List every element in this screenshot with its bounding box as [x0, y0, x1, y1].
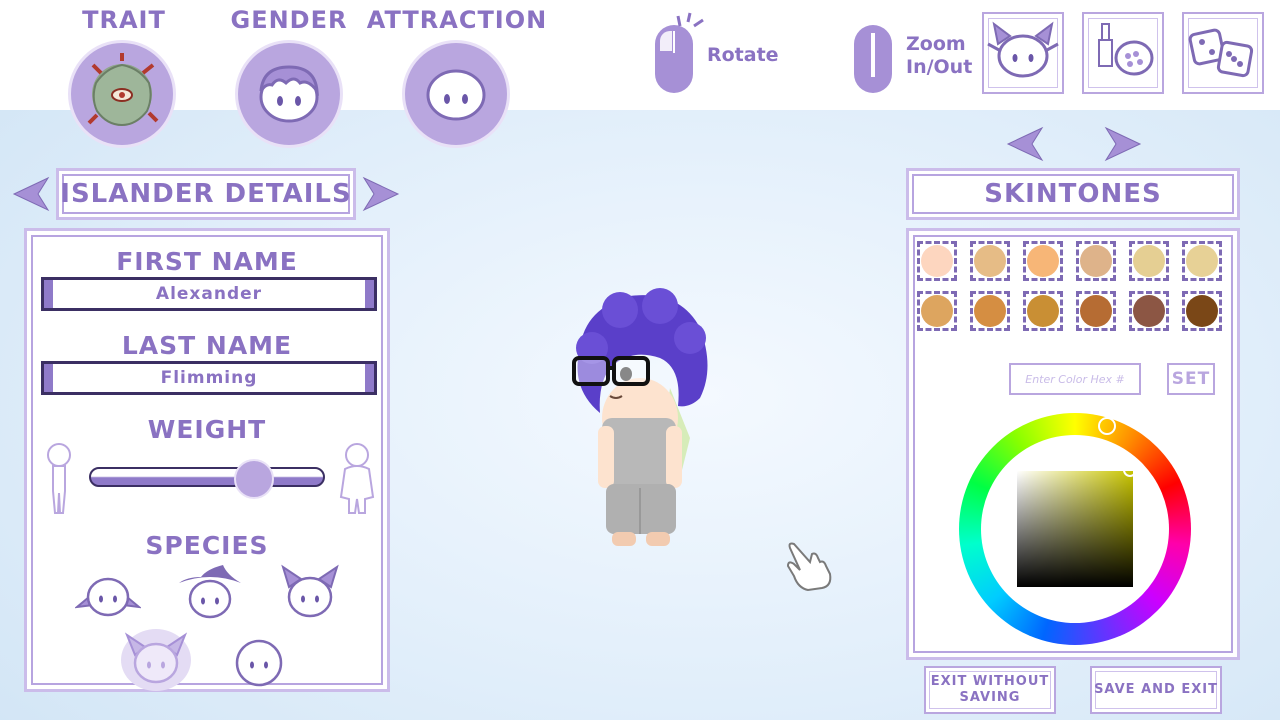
tab-trait[interactable]: [68, 40, 176, 148]
skintone-swatch[interactable]: [1023, 291, 1063, 331]
skintone-swatch[interactable]: [917, 291, 957, 331]
character-preview[interactable]: [560, 288, 720, 562]
tab-attraction[interactable]: [402, 40, 510, 148]
makeup-icon: [1098, 23, 1154, 76]
skintone-swatch[interactable]: [970, 241, 1010, 281]
species-fairy-option[interactable]: [121, 629, 191, 691]
species-cat-option[interactable]: [277, 561, 343, 627]
first-name-label: FIRST NAME: [116, 247, 298, 276]
witch-hat-icon: [179, 565, 241, 619]
blank-head-icon: [426, 69, 486, 121]
dice-icon: [1188, 28, 1254, 78]
thin-body-icon: [41, 441, 77, 521]
tab-attraction-label: ATTRACTION: [366, 6, 548, 34]
fairy-icon: [124, 632, 188, 684]
exit-without-saving-line1: EXIT WITHOUT: [930, 674, 1050, 689]
skintones-header: SKINTONES: [906, 168, 1240, 220]
species-label: SPECIES: [145, 531, 269, 560]
skintone-swatch[interactable]: [917, 241, 957, 281]
skintones-panel: Enter Color Hex # SET: [906, 228, 1240, 660]
saturation-value-square[interactable]: [1017, 471, 1133, 587]
zoom-hint: Zoom In/Out: [906, 33, 972, 79]
skintone-swatch[interactable]: [1182, 291, 1222, 331]
saturation-picker-handle[interactable]: [1123, 463, 1137, 477]
skintones-prev-arrow[interactable]: [1006, 126, 1044, 166]
head-shape-button[interactable]: [982, 12, 1064, 94]
heavy-body-icon: [337, 441, 377, 521]
weight-label: WEIGHT: [147, 415, 267, 444]
hand-cursor-icon: [784, 540, 834, 596]
human-head-icon: [235, 639, 283, 687]
cat-ears-icon: [281, 564, 339, 618]
skintone-swatch[interactable]: [1182, 241, 1222, 281]
set-color-button[interactable]: SET: [1167, 363, 1215, 395]
mouse-scroll-icon: [854, 25, 892, 93]
weight-slider-knob[interactable]: [234, 459, 275, 499]
tab-gender-label: GENDER: [230, 6, 348, 34]
tab-gender[interactable]: [235, 40, 343, 148]
weight-slider[interactable]: [89, 459, 325, 499]
species-elf-option[interactable]: [73, 567, 143, 627]
details-header: ISLANDER DETAILS: [56, 168, 356, 220]
makeup-button[interactable]: [1082, 12, 1164, 94]
exit-without-saving-line2: SAVING: [959, 690, 1021, 705]
randomize-button[interactable]: [1182, 12, 1264, 94]
last-name-field[interactable]: Flimming: [41, 361, 377, 395]
rotate-hint: Rotate: [707, 44, 779, 66]
save-and-exit-button[interactable]: SAVE AND EXIT: [1090, 666, 1222, 714]
zoom-hint-line1: Zoom: [906, 33, 966, 55]
zoom-hint-line2: In/Out: [906, 56, 973, 78]
color-hex-input[interactable]: Enter Color Hex #: [1009, 363, 1141, 395]
skintone-swatch[interactable]: [1076, 291, 1116, 331]
exit-without-saving-button[interactable]: EXIT WITHOUT SAVING: [924, 666, 1056, 714]
skintone-swatch[interactable]: [1023, 241, 1063, 281]
skintone-swatch[interactable]: [970, 291, 1010, 331]
trait-icon: [87, 53, 159, 127]
short-hair-head-icon: [259, 65, 319, 123]
skintones-next-arrow[interactable]: [1104, 126, 1142, 166]
elf-ears-icon: [73, 577, 143, 617]
click-burst-icon: [676, 12, 706, 38]
species-human-option[interactable]: [227, 633, 291, 693]
species-witch-option[interactable]: [177, 561, 243, 627]
last-name-label: LAST NAME: [121, 331, 293, 360]
color-wheel[interactable]: [959, 413, 1191, 645]
skintone-swatch[interactable]: [1129, 291, 1169, 331]
details-panel: FIRST NAME Alexander LAST NAME Flimming …: [24, 228, 390, 692]
details-prev-arrow[interactable]: [12, 176, 50, 216]
head-shape-icon: [987, 21, 1059, 78]
first-name-field[interactable]: Alexander: [41, 277, 377, 311]
details-next-arrow[interactable]: [362, 176, 400, 216]
hue-picker-handle[interactable]: [1098, 417, 1116, 435]
tab-trait-label: TRAIT: [82, 6, 166, 34]
skintone-swatch[interactable]: [1129, 241, 1169, 281]
skintone-swatch[interactable]: [1076, 241, 1116, 281]
